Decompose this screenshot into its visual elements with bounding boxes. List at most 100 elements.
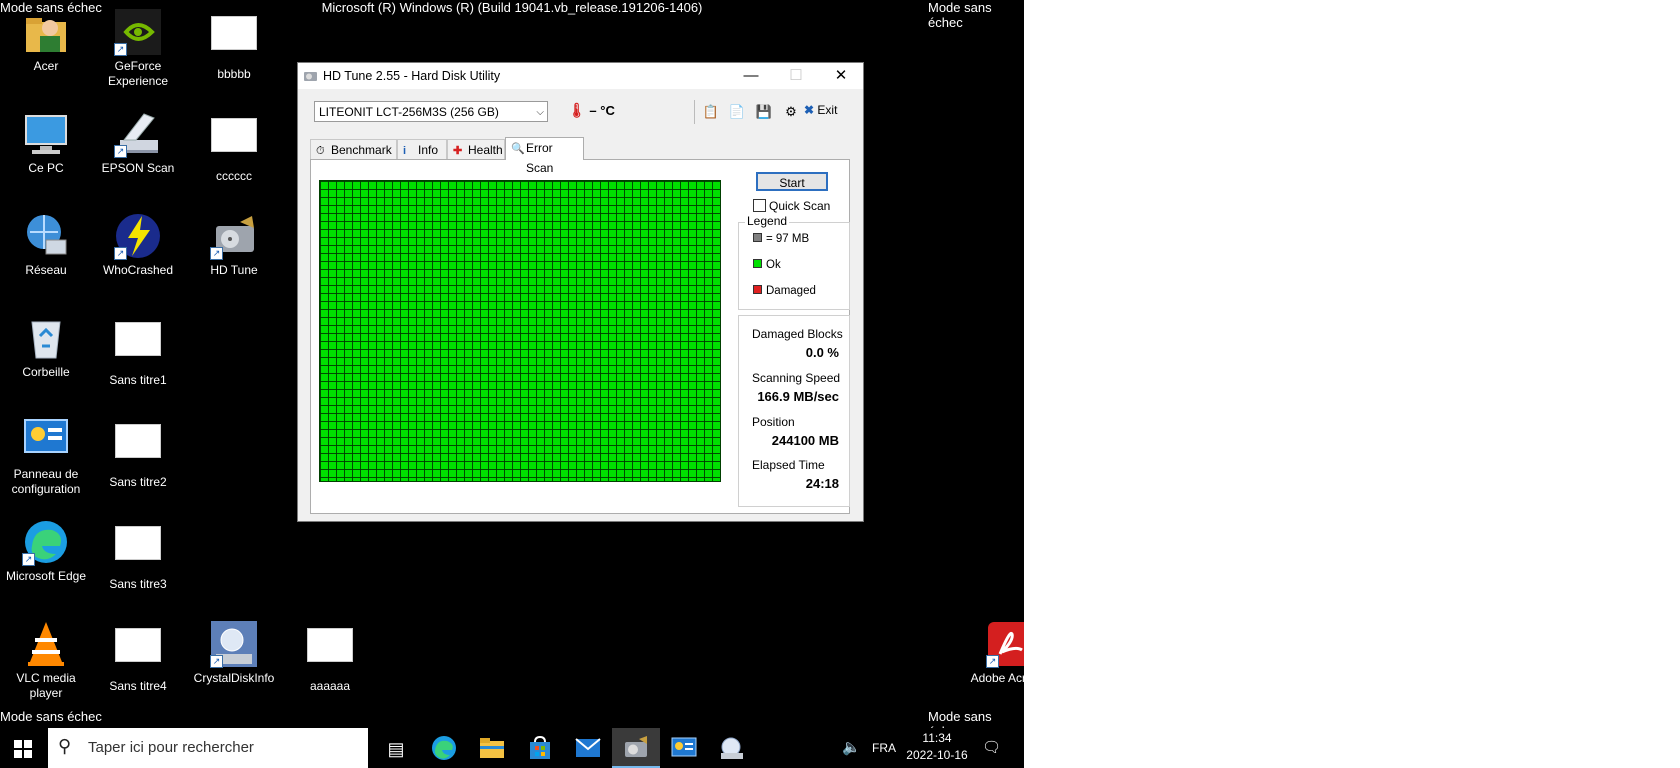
window-titlebar[interactable]: HD Tune 2.55 - Hard Disk Utility — ☐ ✕ [298, 63, 863, 89]
magnifier-icon: 🔍 [511, 143, 525, 155]
lightning-icon: ↗ [114, 212, 162, 260]
desktop-icon-panneau-de-configuration[interactable]: Panneau de configuration [0, 416, 92, 497]
desktop-icon-aaaaaa[interactable]: aaaaaa [284, 620, 376, 694]
desktop-icon-sans-titre3[interactable]: Sans titre3 [92, 518, 184, 592]
hd-tune-app-icon [303, 69, 318, 83]
legend-damaged: Damaged [753, 285, 816, 297]
quick-scan-checkbox[interactable]: Quick Scan [753, 199, 830, 213]
position-label: Position [752, 415, 795, 429]
scanning-speed-label: Scanning Speed [752, 371, 841, 385]
acrobat-icon: ↗ [986, 620, 1024, 668]
toolbar: LITEONIT LCT-256M3S (256 GB) ⌵ 🌡 – °C 📋 … [310, 96, 850, 130]
minimize-button[interactable]: — [729, 63, 773, 89]
taskbar-store[interactable] [516, 728, 564, 768]
desktop-icon-ce-pc[interactable]: Ce PC [0, 110, 92, 176]
vlc-cone-icon [22, 620, 70, 668]
user-folder-icon [22, 8, 70, 56]
desktop-icon-reseau[interactable]: Réseau [0, 212, 92, 278]
tab-benchmark[interactable]: ⏱ Benchmark [310, 139, 397, 159]
taskbar-file-explorer[interactable] [468, 728, 516, 768]
desktop-icon-adobe-acrobat[interactable]: ↗ Adobe Acrobat [964, 620, 1024, 686]
save-button[interactable]: 💾 [755, 103, 773, 121]
volume-button[interactable]: 🔈 [842, 728, 864, 768]
checkbox-box [753, 199, 766, 212]
speaker-icon: 🔈 [842, 739, 861, 756]
clock-time: 11:34 [922, 731, 952, 745]
desktop-icon-epson-scan[interactable]: ↗ EPSON Scan [92, 110, 184, 176]
control-panel-icon [22, 416, 70, 464]
health-cross-icon: ✚ [453, 145, 463, 157]
damaged-blocks-value: 0.0 % [805, 345, 839, 360]
windows-logo-icon [14, 740, 32, 758]
desktop-icon-corbeille[interactable]: Corbeille [0, 314, 92, 380]
task-view-button[interactable]: ▤ [372, 728, 420, 768]
taskbar-hd-tune[interactable] [612, 728, 660, 768]
error-scan-panel: Start Quick Scan Legend = 97 MB Ok Damag… [310, 159, 850, 514]
toolbar-separator [694, 100, 695, 124]
notification-icon: 🗨 [982, 739, 1002, 756]
desktop-icon-crystaldiskinfo[interactable]: ↗ CrystalDiskInfo [188, 620, 280, 686]
desktop-icon-sans-titre2[interactable]: Sans titre2 [92, 416, 184, 490]
language-indicator[interactable]: FRA [872, 741, 896, 755]
control-panel-icon [671, 737, 697, 757]
desktop-icon-hd-tune[interactable]: ↗ HD Tune [188, 212, 280, 278]
folder-icon [480, 738, 504, 758]
shortcut-arrow-icon: ↗ [114, 247, 127, 260]
taskbar-mail[interactable] [564, 728, 612, 768]
legend-ok: Ok [753, 259, 781, 271]
shortcut-arrow-icon: ↗ [210, 247, 223, 260]
desktop-icon-bbbbb[interactable]: bbbbb [188, 8, 280, 82]
taskbar-control-panel[interactable] [660, 728, 708, 768]
legend-box: Legend = 97 MB Ok Damaged [738, 214, 850, 310]
computer-icon [22, 110, 70, 158]
hard-disk-icon [625, 736, 647, 757]
exit-button[interactable]: ✖ Exit [804, 103, 837, 117]
taskbar-search-box[interactable]: ⚲ Taper ici pour rechercher [48, 728, 368, 768]
desktop-icon-acer[interactable]: Acer [0, 8, 92, 74]
desktop-icon-sans-titre4[interactable]: Sans titre4 [92, 620, 184, 694]
desktop: Mode sans échec Mode sans échec Microsof… [0, 0, 1024, 768]
drive-select[interactable]: LITEONIT LCT-256M3S (256 GB) ⌵ [314, 101, 548, 122]
position-value: 244100 MB [771, 433, 839, 448]
copy-icon: 📋 [702, 104, 720, 119]
desktop-icon-microsoft-edge[interactable]: ↗ Microsoft Edge [0, 518, 92, 584]
tab-error-scan[interactable]: 🔍 Error Scan [505, 137, 584, 175]
crystaldiskinfo-icon: ↗ [210, 620, 258, 668]
info-icon: i [403, 145, 407, 157]
desktop-icon-geforce-experience[interactable]: ↗ GeForce Experience [92, 8, 184, 89]
action-center-button[interactable]: 🗨 [982, 728, 1008, 768]
desktop-icon-sans-titre1[interactable]: Sans titre1 [92, 314, 184, 388]
maximize-button[interactable]: ☐ [774, 63, 818, 89]
taskbar-edge[interactable] [420, 728, 468, 768]
taskbar: ⚲ Taper ici pour rechercher ▤ 🔈 FRA 11:3… [0, 728, 1024, 768]
close-button[interactable]: ✕ [819, 63, 863, 89]
scanner-icon: ↗ [114, 110, 162, 158]
scanning-speed-value: 166.9 MB/sec [757, 389, 839, 404]
tab-info[interactable]: i Info [397, 139, 447, 159]
edge-icon: ↗ [22, 518, 70, 566]
crystaldiskinfo-icon [721, 737, 743, 759]
options-button[interactable]: ⚙ [782, 103, 800, 121]
tab-health[interactable]: ✚ Health [447, 139, 505, 159]
desktop-icon-whocrashed[interactable]: ↗ WhoCrashed [92, 212, 184, 278]
copy-screenshot-button[interactable]: 📄 [728, 103, 746, 121]
document-thumbnail-icon [210, 16, 258, 64]
taskbar-crystaldiskinfo[interactable] [708, 728, 756, 768]
ok-swatch [753, 259, 762, 268]
damaged-blocks-label: Damaged Blocks [752, 327, 843, 341]
desktop-icon-cccccc[interactable]: cccccc [188, 110, 280, 184]
floppy-disk-icon: 💾 [755, 104, 773, 119]
task-view-icon: ▤ [387, 739, 405, 759]
shortcut-arrow-icon: ↗ [22, 553, 35, 566]
recycle-bin-icon [22, 314, 70, 362]
shortcut-arrow-icon: ↗ [114, 145, 127, 158]
start-button[interactable] [14, 740, 32, 758]
desktop-icon-vlc-media-player[interactable]: VLC media player [0, 620, 92, 701]
clock[interactable]: 11:34 2022-10-16 [906, 728, 968, 768]
start-button[interactable]: Start [756, 172, 828, 191]
window-title: HD Tune 2.55 - Hard Disk Utility [323, 69, 501, 83]
search-icon: ⚲ [58, 736, 72, 756]
copy-text-button[interactable]: 📋 [702, 103, 720, 121]
document-thumbnail-icon [114, 628, 162, 676]
document-thumbnail-icon [306, 628, 354, 676]
